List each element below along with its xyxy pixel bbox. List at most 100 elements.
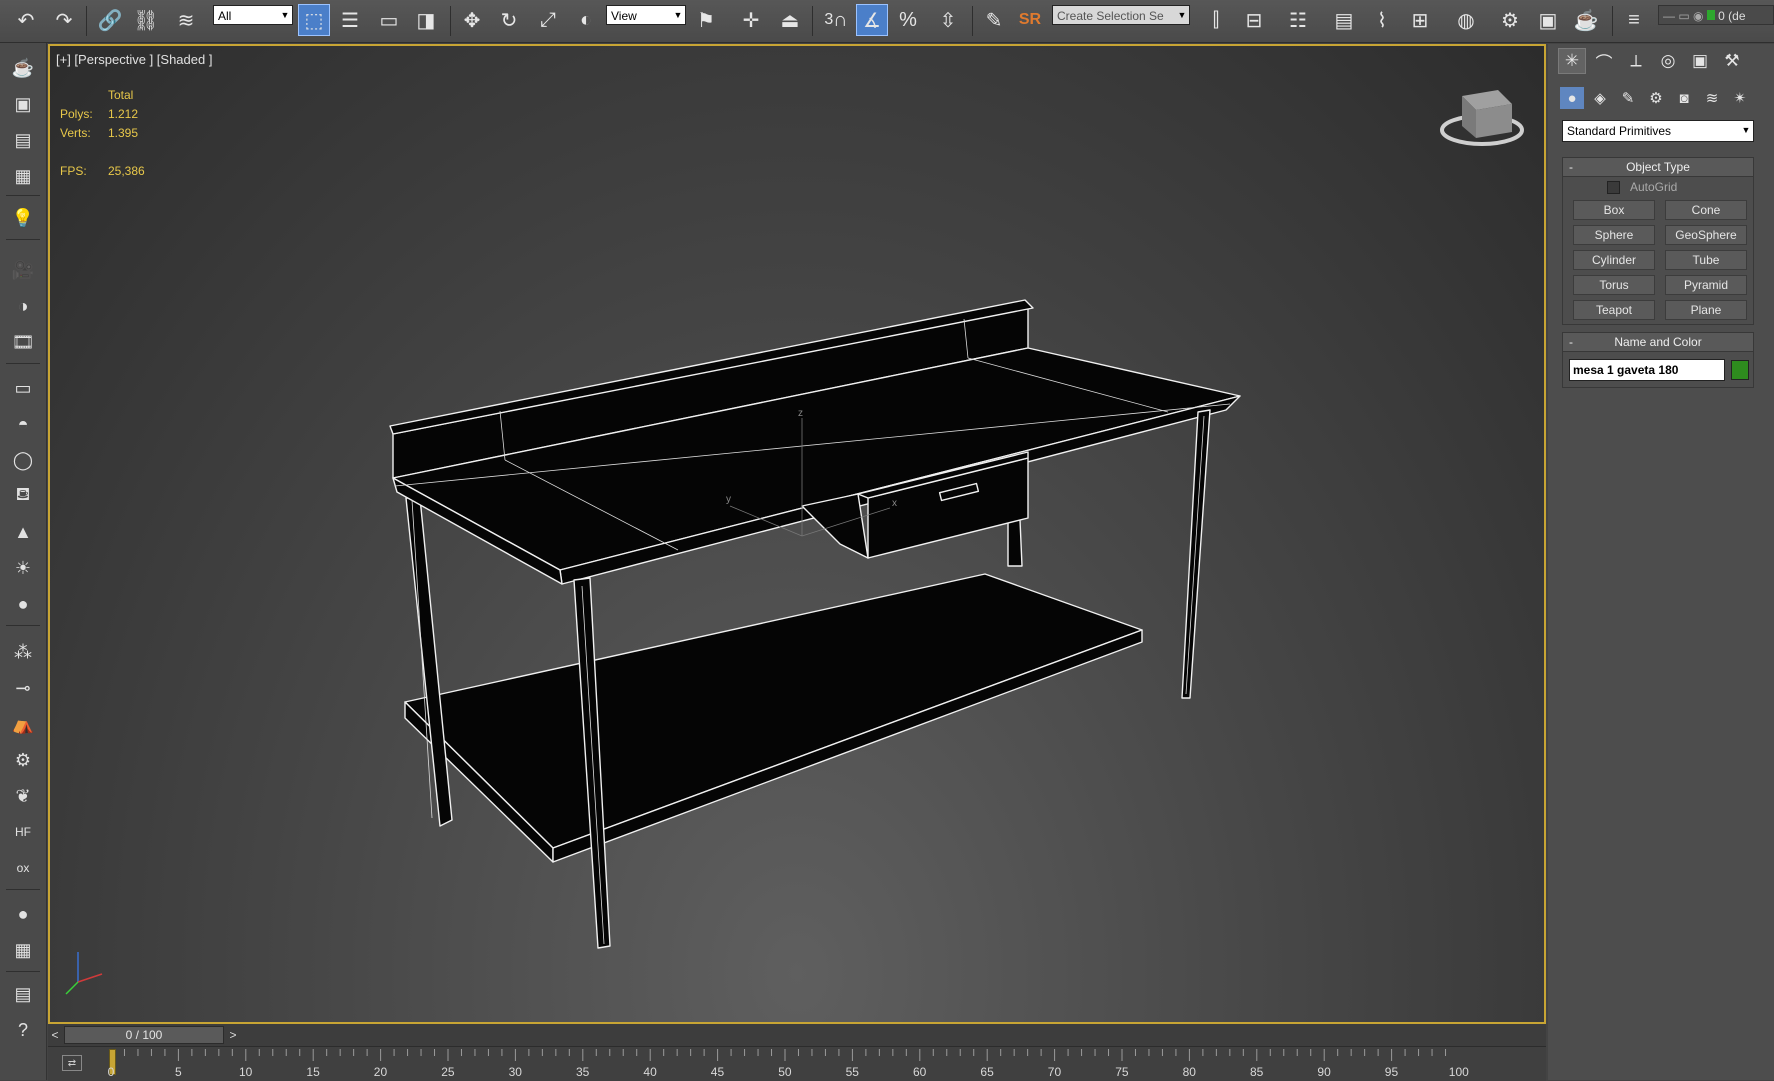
viewcube[interactable] xyxy=(1440,90,1524,146)
hair-fur-icon[interactable]: HF xyxy=(8,817,38,847)
rendered-frame-icon[interactable]: ▣ xyxy=(1532,4,1564,36)
grid-icon[interactable]: ▦ xyxy=(8,935,38,965)
pyramid-button[interactable]: Pyramid xyxy=(1665,275,1747,295)
light-lister-icon[interactable]: 💡 xyxy=(8,203,38,233)
box-button[interactable]: Box xyxy=(1573,200,1655,220)
sphere-icon[interactable]: ◯ xyxy=(8,445,38,475)
track-bar[interactable]: ⇄ 0 5 10 15 20 25 30 35 40 45 50 55 60 65 70 75 80 85 90 95… xyxy=(48,1046,1546,1081)
utilities-tab-icon[interactable]: ⚒ xyxy=(1718,48,1746,74)
film-icon[interactable]: 🎞 xyxy=(8,327,38,357)
ball-icon[interactable]: ● xyxy=(8,589,38,619)
layer-dropdown[interactable]: — ▭ ◉ 0 (de xyxy=(1658,5,1774,25)
render-setup-icon[interactable]: ⚙ xyxy=(1494,4,1526,36)
camera-icon[interactable]: 🎥 xyxy=(8,255,38,285)
create-tab-icon[interactable]: ✳ xyxy=(1558,48,1586,74)
align-view-icon[interactable]: ⏏ xyxy=(774,4,806,36)
time-prev-button[interactable]: < xyxy=(48,1026,62,1044)
object-color-swatch[interactable] xyxy=(1731,360,1749,380)
perspective-viewport[interactable]: [+] [Perspective ] [Shaded ] Total Polys… xyxy=(48,44,1546,1024)
geometry-subtab-icon[interactable]: ● xyxy=(1560,87,1584,109)
name-color-header[interactable]: - Name and Color xyxy=(1563,333,1753,352)
pipe-icon[interactable]: ⊸ xyxy=(8,673,38,703)
helpers-subtab-icon[interactable]: ◙ xyxy=(1672,87,1696,109)
angle-snap-icon[interactable]: ∡ xyxy=(856,4,888,36)
gear-icon[interactable]: ⚙ xyxy=(8,745,38,775)
key-filter-icon[interactable]: ⇄ xyxy=(62,1055,82,1071)
object-name-input[interactable] xyxy=(1569,359,1725,381)
edit-named-selection-icon[interactable]: ✎ xyxy=(978,4,1010,36)
ox-icon[interactable]: ox xyxy=(8,853,38,883)
save-icon[interactable]: ▤ xyxy=(8,979,38,1009)
sun-icon[interactable]: ☀ xyxy=(8,553,38,583)
particles-icon[interactable]: ⁂ xyxy=(8,637,38,667)
lights-subtab-icon[interactable]: ✎ xyxy=(1616,87,1640,109)
teapot-create-icon[interactable]: ☕ xyxy=(8,53,38,83)
layer-explorer-icon[interactable]: ☷ xyxy=(1282,4,1314,36)
dome-icon[interactable]: ◓ xyxy=(8,409,38,439)
rotate-icon[interactable]: ↻ xyxy=(493,4,525,36)
time-slider[interactable]: 0 / 100 xyxy=(64,1026,224,1044)
help-icon[interactable]: ? xyxy=(8,1015,38,1045)
curve-editor-icon[interactable]: ⌇ xyxy=(1366,4,1398,36)
bind-space-warp-icon[interactable]: ≋ xyxy=(170,4,202,36)
teapot-button[interactable]: Teapot xyxy=(1573,300,1655,320)
move-icon[interactable]: ✥ xyxy=(456,4,488,36)
sphere-button[interactable]: Sphere xyxy=(1573,225,1655,245)
select-manipulate-icon[interactable]: ✛ xyxy=(735,4,767,36)
plane-button[interactable]: Plane xyxy=(1665,300,1747,320)
select-object-icon[interactable]: ⬚ xyxy=(298,4,330,36)
window-crossing-icon[interactable]: ◨ xyxy=(410,4,442,36)
cylinder-button[interactable]: Cylinder xyxy=(1573,250,1655,270)
align-icon[interactable]: ⊟ xyxy=(1238,4,1270,36)
hierarchy-tab-icon[interactable]: ⟂ xyxy=(1622,48,1650,74)
layer-manager-icon[interactable]: ≡ xyxy=(1618,4,1650,36)
spreadsheet-icon[interactable]: ▦ xyxy=(8,161,38,191)
material-ball-icon[interactable]: ● xyxy=(8,899,38,929)
mirror-icon[interactable]: ⫿ xyxy=(1200,4,1232,36)
selection-filter-dropdown[interactable]: All ▼ xyxy=(213,5,293,25)
autogrid-checkbox[interactable] xyxy=(1607,180,1620,194)
scene-explorer-icon[interactable]: ▤ xyxy=(1328,4,1360,36)
scale-icon[interactable]: ⤢ xyxy=(532,4,564,36)
undo-icon[interactable]: ↶ xyxy=(10,4,42,36)
rect-region-icon[interactable]: ▭ xyxy=(373,4,405,36)
named-selection-dropdown[interactable]: Create Selection Se ▼ xyxy=(1052,5,1190,25)
display-tab-icon[interactable]: ▣ xyxy=(1686,48,1714,74)
schematic-view-icon[interactable]: ⊞ xyxy=(1404,4,1436,36)
render-frame-icon[interactable]: ▣ xyxy=(8,89,38,119)
cone-button[interactable]: Cone xyxy=(1665,200,1747,220)
shapes-subtab-icon[interactable]: ◈ xyxy=(1588,87,1612,109)
teapot-icon[interactable]: ⛾ xyxy=(8,481,38,511)
geosphere-button[interactable]: GeoSphere xyxy=(1665,225,1747,245)
cameras-subtab-icon[interactable]: ⚙ xyxy=(1644,87,1668,109)
cone-icon[interactable]: ▲ xyxy=(8,517,38,547)
tent-icon[interactable]: ⛺ xyxy=(8,709,38,739)
orbit-icon[interactable]: ◑ xyxy=(8,291,38,321)
sr-button[interactable]: SR xyxy=(1014,4,1046,36)
render-icon[interactable]: ☕ xyxy=(1570,4,1602,36)
reference-coord-dropdown[interactable]: View ▼ xyxy=(606,5,686,25)
category-dropdown[interactable]: Standard Primitives ▼ xyxy=(1562,120,1754,142)
list-icon[interactable]: ▤ xyxy=(8,125,38,155)
material-editor-icon[interactable]: ◍ xyxy=(1450,4,1482,36)
spacewarps-subtab-icon[interactable]: ≋ xyxy=(1700,87,1724,109)
pivot-icon[interactable]: ⚑ xyxy=(690,4,722,36)
unlink-icon[interactable]: ⛓ xyxy=(130,4,162,36)
spinner-snap-icon[interactable]: ⇳ xyxy=(932,4,964,36)
tube-button[interactable]: Tube xyxy=(1665,250,1747,270)
placement-icon[interactable]: ◐ xyxy=(570,4,602,36)
redo-icon[interactable]: ↷ xyxy=(48,4,80,36)
percent-snap-icon[interactable]: % xyxy=(892,4,924,36)
object-type-header[interactable]: - Object Type xyxy=(1563,158,1753,177)
motion-tab-icon[interactable]: ◎ xyxy=(1654,48,1682,74)
plane-icon[interactable]: ▭ xyxy=(8,373,38,403)
chevron-down-icon: ▼ xyxy=(1741,125,1751,135)
plant-icon[interactable]: ❦ xyxy=(8,781,38,811)
snap-toggle-icon[interactable]: 3 ∩ xyxy=(820,4,852,36)
modify-tab-icon[interactable]: ⌒ xyxy=(1590,48,1618,74)
select-by-name-icon[interactable]: ☰ xyxy=(334,4,366,36)
link-icon[interactable]: 🔗 xyxy=(94,4,126,36)
systems-subtab-icon[interactable]: ✴ xyxy=(1728,87,1752,109)
torus-button[interactable]: Torus xyxy=(1573,275,1655,295)
time-next-button[interactable]: > xyxy=(226,1026,240,1044)
